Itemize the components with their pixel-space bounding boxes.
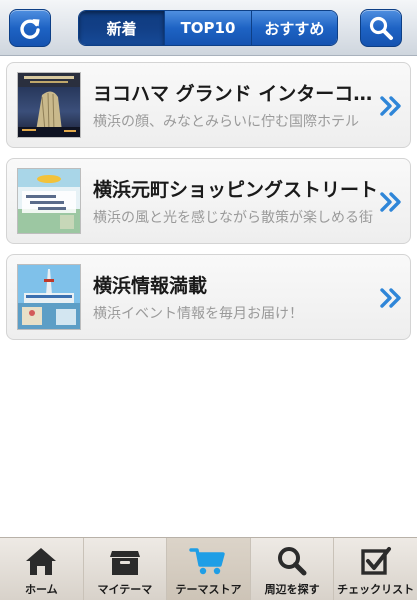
segment-control: 新着 TOP10 おすすめ (78, 10, 338, 46)
cart-icon (189, 548, 226, 575)
chevron-right-icon (380, 288, 401, 308)
tab-theme-store[interactable]: テーマストア (166, 538, 250, 600)
tab-label: マイテーマ (97, 583, 153, 596)
checklist-icon (360, 547, 391, 575)
refresh-button[interactable] (9, 9, 51, 47)
tab-label: テーマストア (175, 583, 242, 596)
tab-label: チェックリスト (337, 583, 415, 596)
list-item[interactable]: ヨコハマ グランド インターコンチネンタル ホテル 横浜の顔、みなとみらいに佇む… (6, 62, 411, 148)
tab-label: 周辺を探す (264, 583, 320, 596)
search-button[interactable] (360, 9, 402, 47)
item-description: 横浜イベント情報を毎月お届け！ (93, 306, 303, 322)
segment-top10[interactable]: TOP10 (164, 11, 251, 45)
yokohama-info-thumbnail (17, 264, 81, 330)
tab-home[interactable]: ホーム (0, 538, 83, 600)
chevron-right-icon (380, 192, 401, 212)
chevron-right-icon (380, 96, 401, 116)
tab-my-theme[interactable]: マイテーマ (82, 538, 167, 600)
item-title: ヨコハマ グランド インターコンチネンタル ホテル (93, 83, 383, 105)
item-title: 横浜元町ショッピングストリート (93, 179, 379, 201)
item-description: 横浜の風と光を感じながら散策が楽しめる街 (93, 210, 373, 226)
tab-checklist[interactable]: チェックリスト (333, 538, 417, 600)
refresh-icon (20, 19, 40, 39)
home-icon (26, 548, 57, 575)
item-title: 横浜情報満載 (93, 275, 208, 297)
item-description: 横浜の顔、みなとみらいに佇む国際ホテル (93, 114, 359, 130)
shopping-street-thumbnail (17, 168, 81, 234)
segment-new[interactable]: 新着 (79, 11, 165, 45)
tab-nearby[interactable]: 周辺を探す (249, 538, 334, 600)
box-icon (109, 551, 140, 575)
top-toolbar: 新着 TOP10 おすすめ (0, 0, 417, 56)
hotel-thumbnail (17, 72, 81, 138)
bottom-tab-bar: ホーム マイテーマ テーマストア 周辺を探す チェックリスト (0, 537, 417, 600)
list-item[interactable]: 横浜元町ショッピングストリート 横浜の風と光を感じながら散策が楽しめる街 (6, 158, 411, 244)
tab-label: ホーム (24, 583, 58, 596)
list-item[interactable]: 横浜情報満載 横浜イベント情報を毎月お届け！ (6, 254, 411, 340)
segment-recommended[interactable]: おすすめ (250, 11, 337, 45)
search-icon (369, 16, 393, 40)
magnifier-icon (278, 547, 307, 576)
